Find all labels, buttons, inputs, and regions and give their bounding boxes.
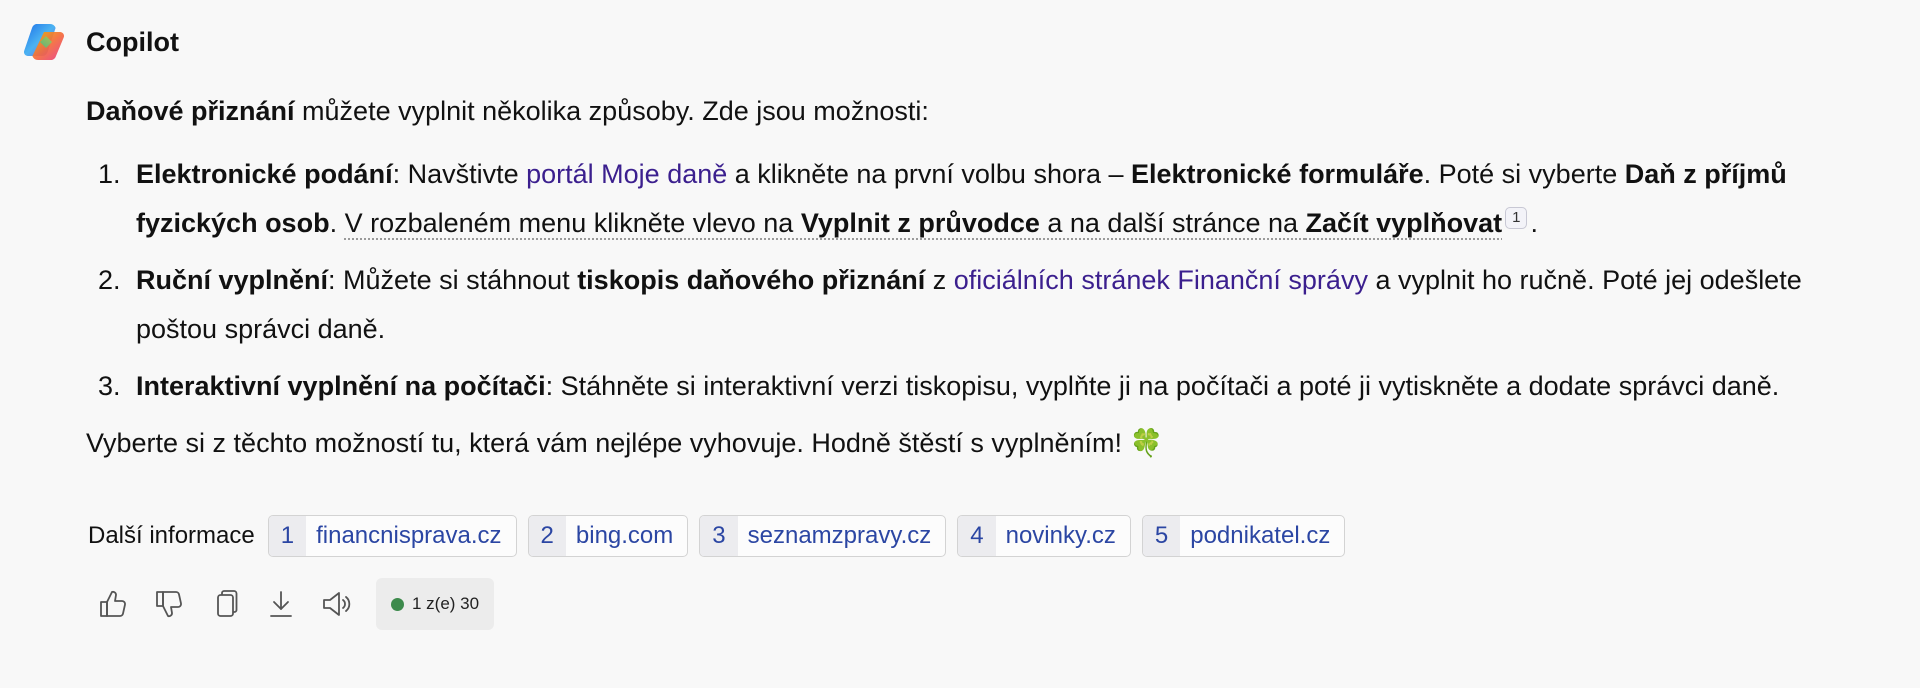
intro-text: můžete vyplnit několika způsoby. Zde jso… [294, 96, 929, 126]
source-domain: seznamzpravy.cz [747, 522, 932, 549]
item-text: a klikněte na první volbu shora – [727, 159, 1131, 189]
item-title: Interaktivní vyplnění na počítači [136, 371, 546, 401]
item-text: : Navštivte [392, 159, 527, 189]
speaker-icon [323, 592, 351, 616]
copilot-response: Copilot Daňové přiznání můžete vyplnit n… [0, 0, 1920, 688]
item-title: Elektronické podání [136, 159, 393, 189]
read-aloud-button[interactable] [320, 587, 354, 621]
item-text: . [329, 208, 345, 238]
list-item: Interaktivní vyplnění na počítači: Stáhn… [128, 362, 1886, 411]
source-number: 3 [700, 516, 738, 556]
source-domain: novinky.cz [1005, 522, 1116, 549]
app-title: Copilot [86, 26, 179, 57]
item-title: Ruční vyplnění [136, 265, 329, 295]
item-bold: Začít vyplňovat [1305, 208, 1503, 238]
source-domain: podnikatel.cz [1190, 522, 1331, 549]
download-icon [270, 591, 292, 617]
thumbs-up-icon [100, 590, 126, 617]
options-list: Elektronické podání: Navštivte portál Mo… [86, 150, 1886, 411]
sources-label: Další informace [88, 522, 255, 549]
item-bold: tiskopis daňového přiznání [577, 265, 926, 295]
item-text: V rozbaleném menu klikněte vlevo na [344, 208, 801, 238]
source-chip-3[interactable]: 3 seznamzpravy.cz [699, 515, 947, 557]
header: Copilot [22, 20, 179, 64]
list-item: Ruční vyplnění: Můžete si stáhnout tisko… [128, 256, 1886, 354]
closing-paragraph: Vyberte si z těchto možností tu, která v… [86, 428, 1164, 458]
moje-dane-link[interactable]: portál Moje daně [526, 159, 727, 189]
source-number: 1 [268, 516, 307, 556]
source-number: 5 [1142, 516, 1181, 556]
source-domain: financnisprava.cz [316, 522, 502, 549]
thumbs-down-icon [156, 591, 182, 618]
response-body: Daňové přiznání můžete vyplnit několika … [86, 87, 1886, 468]
copilot-logo-icon [23, 24, 65, 60]
dislike-button[interactable] [152, 587, 186, 621]
source-chip-2[interactable]: 2 bing.com [527, 515, 689, 557]
item-text: . [1530, 208, 1538, 238]
status-dot [391, 597, 404, 611]
sources-bar: Další informace 1 financnisprava.cz 2 bi… [88, 515, 1356, 557]
item-text: z [925, 265, 954, 295]
item-bold: Elektronické formuláře [1131, 159, 1424, 189]
intro-bold: Daňové přiznání [86, 96, 295, 126]
like-button[interactable] [96, 587, 130, 621]
source-domain: bing.com [575, 522, 674, 549]
action-bar: 1 z(e) 30 [96, 578, 495, 630]
response-counter: 1 z(e) 30 [376, 578, 495, 630]
citation-badge[interactable]: 1 [1505, 207, 1528, 229]
financni-sprava-link[interactable]: oficiálních stránek Finanční správy [954, 265, 1368, 295]
intro-paragraph: Daňové přiznání můžete vyplnit několika … [86, 87, 1886, 136]
source-number: 4 [958, 516, 996, 556]
download-button[interactable] [264, 587, 298, 621]
item-text: . Poté si vyberte [1423, 159, 1625, 189]
item-text: a na další stránce na [1039, 208, 1306, 238]
cited-sentence[interactable]: V rozbaleném menu klikněte vlevo na Vypl… [345, 208, 1503, 238]
item-text: : Můžete si stáhnout [328, 265, 578, 295]
item-bold: Vyplnit z průvodce [800, 208, 1040, 238]
source-chip-5[interactable]: 5 podnikatel.cz [1141, 515, 1346, 557]
copy-button[interactable] [208, 587, 242, 621]
copy-icon [217, 590, 238, 617]
source-number: 2 [528, 516, 566, 556]
source-chip-4[interactable]: 4 novinky.cz [957, 515, 1131, 557]
item-text: : Stáhněte si interaktivní verzi tiskopi… [545, 371, 1780, 401]
source-chip-1[interactable]: 1 financnisprava.cz [267, 515, 517, 557]
counter-text: 1 z(e) 30 [412, 594, 480, 613]
list-item: Elektronické podání: Navštivte portál Mo… [128, 150, 1886, 248]
